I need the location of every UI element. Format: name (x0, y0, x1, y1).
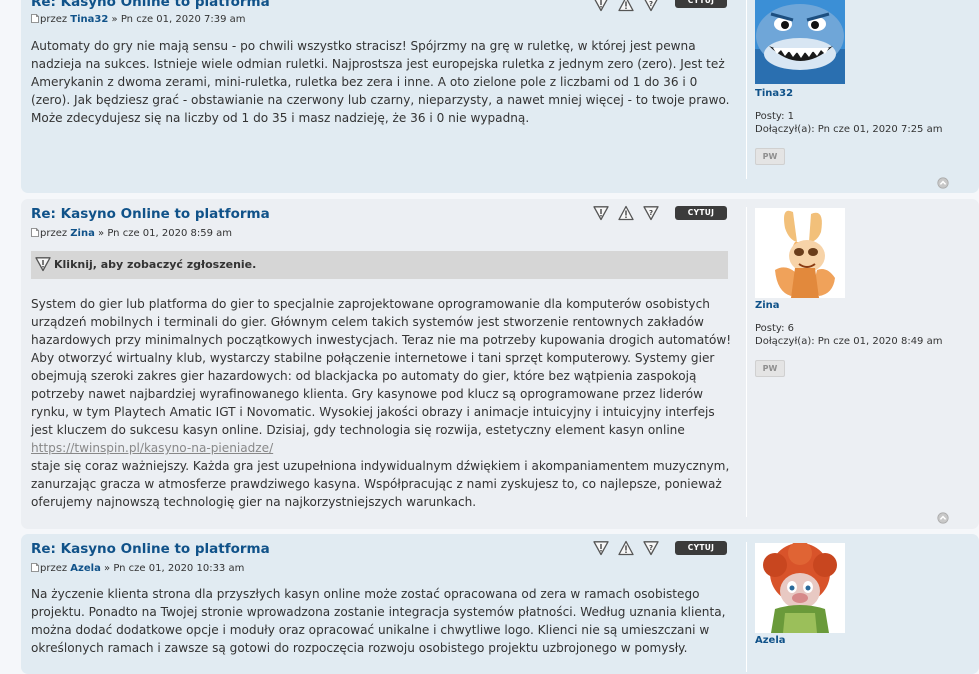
profile-name[interactable]: Tina32 (755, 88, 793, 99)
post-content: Automaty do gry nie mają sensu - po chwi… (31, 37, 736, 127)
post-link[interactable]: https://twinspin.pl/kasyno-na-pieniadze/ (31, 441, 273, 455)
post-paragraph: Automaty do gry nie mają sensu - po chwi… (31, 39, 730, 125)
pm-button[interactable]: PW (755, 148, 785, 165)
post-tina32: Re: Kasyno Online to platforma CYTUJ prz… (21, 0, 979, 193)
joined-date: Pn cze 01, 2020 7:25 am (817, 124, 943, 135)
warn-icon[interactable] (618, 205, 634, 221)
profile-joined: Dołączył(a): Pn cze 01, 2020 8:49 am (755, 336, 942, 347)
back-to-top-icon[interactable] (937, 512, 949, 524)
by-prefix: przez (40, 228, 68, 239)
profile-joined: Dołączył(a): Pn cze 01, 2020 7:25 am (755, 124, 942, 135)
author-link[interactable]: Azela (70, 563, 101, 574)
post-azela: Re: Kasyno Online to platforma CYTUJ prz… (21, 534, 979, 674)
post-text: staje się coraz ważniejszy. Każda gra je… (31, 459, 730, 509)
report-icon[interactable] (593, 540, 609, 556)
post-date: Pn cze 01, 2020 8:59 am (107, 228, 232, 239)
post-actions (593, 205, 653, 221)
warn-icon[interactable] (618, 0, 634, 12)
post-icon (31, 563, 39, 572)
posts-count[interactable]: 1 (788, 111, 794, 122)
separator: » (108, 14, 121, 25)
post-content: Na życzenie klienta strona dla przyszłyc… (31, 585, 736, 657)
separator: » (100, 563, 114, 574)
quote-button[interactable]: CYTUJ (675, 0, 727, 8)
avatar-doll[interactable] (755, 543, 845, 633)
avatar-bunny[interactable] (755, 208, 845, 298)
pm-button[interactable]: PW (755, 360, 785, 377)
joined-label: Dołączył(a): (755, 336, 815, 347)
author-link[interactable]: Tina32 (70, 14, 108, 25)
profile-divider (746, 542, 747, 672)
post-content: System do gier lub platforma do gier to … (31, 295, 736, 511)
post-icon (31, 14, 39, 23)
report-icon[interactable] (593, 0, 609, 12)
info-icon[interactable] (643, 540, 659, 556)
quote-button[interactable]: CYTUJ (675, 541, 727, 555)
post-title[interactable]: Re: Kasyno Online to platforma (31, 0, 270, 10)
post-text: System do gier lub platforma do gier to … (31, 297, 732, 437)
info-icon[interactable] (643, 0, 659, 12)
post-paragraph: System do gier lub platforma do gier to … (31, 295, 736, 511)
post-actions (593, 0, 653, 12)
post-paragraph: Na życzenie klienta strona dla przyszłyc… (31, 587, 726, 655)
joined-label: Dołączył(a): (755, 124, 815, 135)
post-actions (593, 540, 653, 556)
posts-label: Posty: (755, 111, 785, 122)
posts-label: Posty: (755, 323, 785, 334)
separator: » (94, 228, 108, 239)
report-icon[interactable] (593, 205, 609, 221)
by-prefix: przez (40, 563, 68, 574)
author-link[interactable]: Zina (70, 228, 95, 239)
report-notice-text: Kliknij, aby zobaczyć zgłoszenie. (54, 258, 257, 271)
quote-button[interactable]: CYTUJ (675, 206, 727, 220)
post-title[interactable]: Re: Kasyno Online to platforma (31, 541, 270, 557)
post-date: Pn cze 01, 2020 7:39 am (120, 14, 246, 25)
post-author-line: przez Zina » Pn cze 01, 2020 8:59 am (31, 228, 232, 239)
profile-divider (746, 0, 747, 179)
by-prefix: przez (40, 14, 68, 25)
info-icon[interactable] (643, 205, 659, 221)
post-icon (31, 228, 39, 237)
profile-name[interactable]: Azela (755, 635, 786, 646)
profile-posts: Posty: 6 (755, 323, 794, 334)
report-icon (35, 256, 51, 272)
post-author-line: przez Azela » Pn cze 01, 2020 10:33 am (31, 563, 244, 574)
profile-divider (746, 207, 747, 517)
post-author-line: przez Tina32 » Pn cze 01, 2020 7:39 am (31, 14, 246, 25)
report-notice[interactable]: Kliknij, aby zobaczyć zgłoszenie. (31, 251, 728, 279)
joined-date: Pn cze 01, 2020 8:49 am (817, 336, 943, 347)
post-date: Pn cze 01, 2020 10:33 am (113, 563, 245, 574)
avatar-shark[interactable] (755, 0, 845, 84)
warn-icon[interactable] (618, 540, 634, 556)
back-to-top-icon[interactable] (937, 177, 949, 189)
posts-count[interactable]: 6 (788, 323, 794, 334)
profile-name[interactable]: Zina (755, 300, 780, 311)
post-zina: Re: Kasyno Online to platforma CYTUJ prz… (21, 199, 979, 529)
post-title[interactable]: Re: Kasyno Online to platforma (31, 206, 270, 222)
profile-posts: Posty: 1 (755, 111, 794, 122)
